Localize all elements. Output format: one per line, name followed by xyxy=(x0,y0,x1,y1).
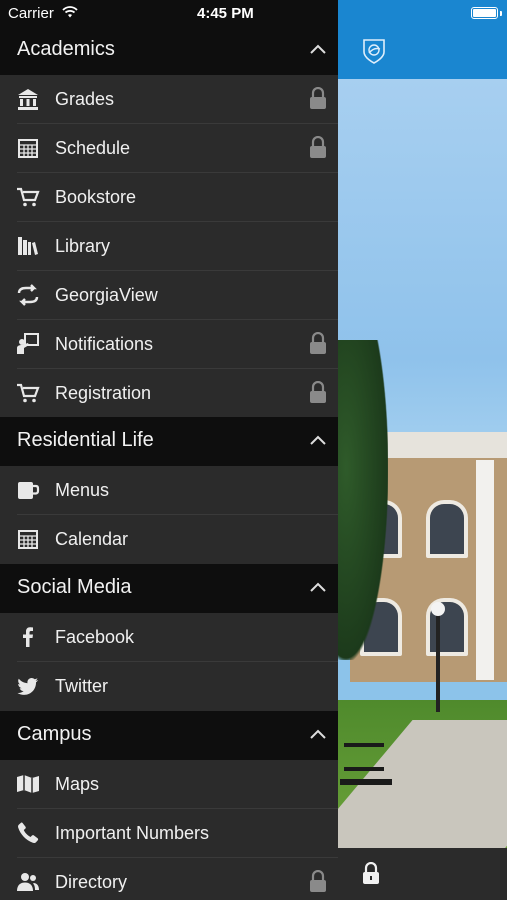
menu-item-label: Important Numbers xyxy=(55,823,210,843)
menu-item-bookstore[interactable]: Bookstore xyxy=(0,173,338,222)
lock-icon xyxy=(310,332,326,354)
lock-icon xyxy=(310,870,326,892)
menu-item-facebook[interactable]: Facebook xyxy=(0,613,338,662)
bank-icon xyxy=(18,89,38,110)
phone-icon xyxy=(18,822,39,844)
menu-item-label: Menus xyxy=(55,480,110,500)
building-column xyxy=(476,460,494,680)
menu-item-menus[interactable]: Menus xyxy=(0,466,338,515)
menu-item-label: Schedule xyxy=(55,138,131,158)
menu-item-schedule[interactable]: Schedule xyxy=(0,124,338,173)
menu-item-label: Calendar xyxy=(55,529,129,549)
calendar-grid-icon xyxy=(18,139,38,158)
menu-item-label: Twitter xyxy=(55,676,109,696)
presenter-icon xyxy=(17,333,39,354)
chevron-up-icon[interactable] xyxy=(309,43,327,55)
school-logo-icon xyxy=(363,39,385,64)
campus-photo-tree xyxy=(338,340,388,660)
lock-icon[interactable] xyxy=(362,862,380,886)
menu-item-maps[interactable]: Maps xyxy=(0,760,338,809)
section-header-campus[interactable]: Campus xyxy=(0,711,338,760)
menu-item-label: Bookstore xyxy=(55,187,137,207)
lock-icon xyxy=(310,381,326,403)
menu-item-label: Registration xyxy=(55,383,152,403)
building-window xyxy=(426,500,468,558)
menu-item-grades[interactable]: Grades xyxy=(0,75,338,124)
map-icon xyxy=(17,775,39,793)
chevron-up-icon[interactable] xyxy=(309,581,327,593)
lock-icon xyxy=(310,136,326,158)
calendar-grid-icon xyxy=(18,530,38,549)
mug-icon xyxy=(18,482,40,499)
menu-item-label: Grades xyxy=(55,89,115,109)
section-title: Social Media xyxy=(17,576,132,598)
section-title: Campus xyxy=(17,723,92,745)
menu-item-library[interactable]: Library xyxy=(0,222,338,271)
menu-item-calendar[interactable]: Calendar xyxy=(0,515,338,564)
street-lamp xyxy=(431,602,445,712)
main-content-pane[interactable] xyxy=(338,0,507,900)
menu-item-twitter[interactable]: Twitter xyxy=(0,662,338,711)
side-menu-drawer[interactable]: Academics Grades Schedule Bookstore Libr… xyxy=(0,0,338,900)
park-bench xyxy=(340,735,392,785)
menu-item-label: GeorgiaView xyxy=(55,285,158,305)
chevron-up-icon[interactable] xyxy=(309,434,327,446)
menu-item-important-numbers[interactable]: Important Numbers xyxy=(0,809,338,858)
menu-item-label: Library xyxy=(55,236,111,256)
menu-item-label: Maps xyxy=(55,774,100,794)
status-time: 4:45 PM xyxy=(197,5,254,22)
section-header-residential-life[interactable]: Residential Life xyxy=(0,417,338,466)
menu-item-georgiaview[interactable]: GeorgiaView xyxy=(0,271,338,320)
lock-icon xyxy=(310,87,326,109)
twitter-icon xyxy=(17,678,38,695)
books-icon xyxy=(18,237,38,255)
menu-item-directory[interactable]: Directory xyxy=(0,858,338,900)
carrier-label: Carrier xyxy=(8,5,54,22)
menu-item-label: Facebook xyxy=(55,627,135,647)
chevron-up-icon[interactable] xyxy=(309,728,327,740)
battery-icon xyxy=(471,7,498,19)
section-title: Residential Life xyxy=(17,429,154,451)
menu-item-label: Directory xyxy=(55,872,128,892)
section-header-academics[interactable]: Academics xyxy=(0,26,338,75)
wifi-icon xyxy=(62,6,78,18)
facebook-icon xyxy=(23,627,33,647)
cart-icon xyxy=(17,187,40,207)
section-title: Academics xyxy=(17,38,115,60)
battery-tip xyxy=(500,11,502,16)
people-icon xyxy=(17,873,39,891)
sync-arrows-icon xyxy=(17,284,39,306)
menu-item-notifications[interactable]: Notifications xyxy=(0,320,338,369)
status-bar: Carrier 4:45 PM xyxy=(0,0,338,28)
menu-item-registration[interactable]: Registration xyxy=(0,369,338,418)
section-header-social-media[interactable]: Social Media xyxy=(0,564,338,613)
cart-icon xyxy=(17,383,40,403)
menu-item-label: Notifications xyxy=(55,334,154,354)
